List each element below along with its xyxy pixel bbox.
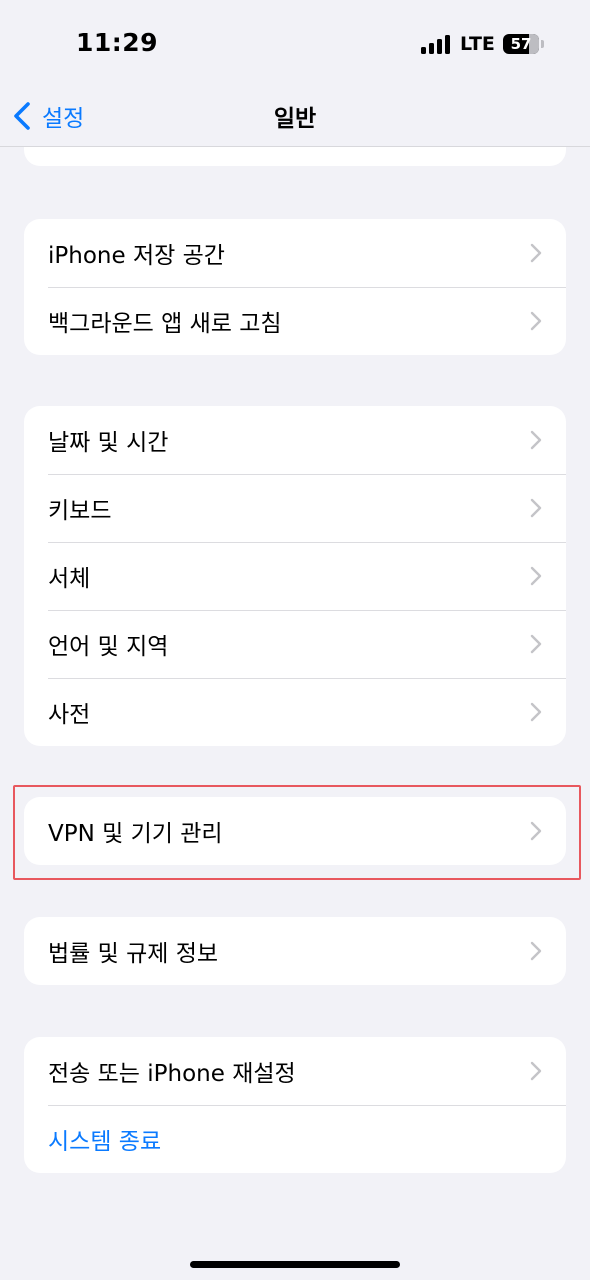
chevron-right-icon [530,243,542,263]
date-time-row[interactable]: 날짜 및 시간 [24,406,566,474]
battery-level: 57 [510,35,532,53]
status-bar: 11:29 LTE 57 [0,0,590,88]
network-type: LTE [460,33,495,55]
navigation-bar: 설정 일반 [0,88,590,147]
chevron-right-icon [530,498,542,518]
shut-down-row[interactable]: 시스템 종료 [24,1105,566,1173]
settings-group-language: 날짜 및 시간 키보드 서체 언어 및 지역 사전 [24,406,566,746]
keyboard-row[interactable]: 키보드 [24,474,566,542]
cellular-signal-icon [421,34,451,54]
settings-group-legal: 법률 및 규제 정보 [24,917,566,985]
fonts-row[interactable]: 서체 [24,542,566,610]
battery-nub [541,40,544,48]
language-region-row[interactable]: 언어 및 지역 [24,610,566,678]
row-label: 키보드 [48,498,112,524]
row-label: 전송 또는 iPhone 재설정 [48,1061,296,1087]
highlight-box [13,785,581,880]
row-label: 사전 [48,702,91,728]
row-label: 서체 [48,566,91,592]
battery-icon: 57 [503,34,539,54]
home-indicator[interactable] [190,1261,400,1268]
page-title: 일반 [273,106,317,132]
status-time: 11:29 [76,28,159,57]
chevron-right-icon [530,566,542,586]
row-label: 백그라운드 앱 새로 고침 [48,311,282,337]
settings-group-reset: 전송 또는 iPhone 재설정 시스템 종료 [24,1037,566,1173]
chevron-right-icon [530,702,542,722]
row-label: 날짜 및 시간 [48,430,169,456]
settings-group-storage: iPhone 저장 공간 백그라운드 앱 새로 고침 [24,219,566,355]
iphone-storage-row[interactable]: iPhone 저장 공간 [24,219,566,287]
row-label: 언어 및 지역 [48,634,169,660]
chevron-right-icon [530,311,542,331]
chevron-right-icon [530,430,542,450]
background-app-refresh-row[interactable]: 백그라운드 앱 새로 고침 [24,287,566,355]
row-label: iPhone 저장 공간 [48,243,225,269]
transfer-reset-row[interactable]: 전송 또는 iPhone 재설정 [24,1037,566,1105]
row-label: 법률 및 규제 정보 [48,941,219,967]
chevron-right-icon [530,1061,542,1081]
legal-regulatory-row[interactable]: 법률 및 규제 정보 [24,917,566,985]
dictionary-row[interactable]: 사전 [24,678,566,746]
chevron-right-icon [530,634,542,654]
chevron-right-icon [530,941,542,961]
shut-down-link: 시스템 종료 [48,1129,162,1155]
